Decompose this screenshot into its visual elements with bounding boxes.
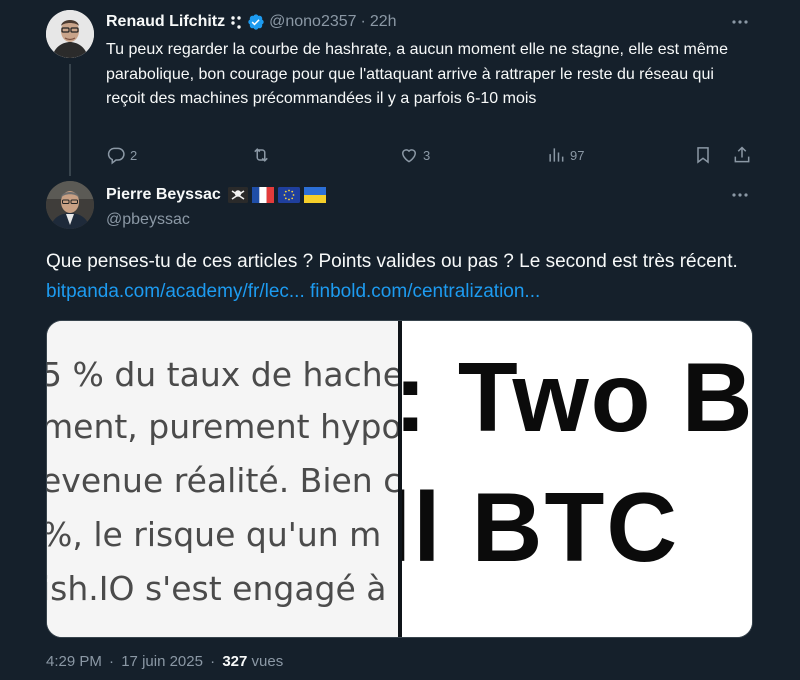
reply-header: Renaud Lifchitz @nono2357 · 22h: [106, 11, 397, 33]
media-grid: 5 % du taux de hache ment, purement hypo…: [46, 320, 753, 638]
link-finbold[interactable]: finbold.com/centralization...: [310, 281, 540, 302]
bookmark-button[interactable]: [693, 145, 713, 165]
image-text-line: ment, purement hypo: [47, 407, 398, 446]
timestamp[interactable]: 22h: [370, 13, 397, 31]
like-count: 3: [423, 147, 431, 163]
eu-flag-icon: [277, 187, 300, 203]
retweet-button[interactable]: [251, 145, 275, 165]
bookmark-icon: [697, 147, 709, 164]
image-text-line: evenue réalité. Bien c: [47, 461, 398, 500]
image-text-line: : Two B: [402, 342, 753, 452]
avatar-renaud[interactable]: [46, 10, 94, 58]
tweet-meta: 4:29 PM · 17 juin 2025 · 327 vues: [46, 653, 283, 670]
tweet-time[interactable]: 4:29 PM: [46, 653, 102, 670]
heart-icon: [401, 149, 417, 163]
reply-button[interactable]: 2: [106, 145, 137, 165]
pirate-flag-icon: [227, 187, 248, 203]
france-flag-icon: [251, 187, 274, 203]
reply-count: 2: [130, 147, 138, 163]
action-bar: 2 3 97: [106, 145, 756, 171]
share-icon: [734, 146, 750, 163]
ukraine-flag-icon: [303, 187, 326, 203]
views-chart-icon: [549, 148, 564, 162]
avatar-pierre[interactable]: [46, 181, 94, 229]
tweet-header: Pierre Beyssac: [106, 184, 326, 206]
tweet-date[interactable]: 17 juin 2025: [121, 653, 203, 670]
author-handle[interactable]: @nono2357: [269, 13, 356, 31]
image-text-line: ish.IO s'est engagé à: [47, 569, 387, 608]
views-total: 327: [222, 653, 248, 670]
views-button[interactable]: 97: [546, 145, 584, 165]
share-button[interactable]: [732, 145, 752, 165]
reply-icon: [107, 147, 125, 165]
link-bitpanda[interactable]: bitpanda.com/academy/fr/lec...: [46, 281, 305, 302]
article-image-right[interactable]: : Two B ll BTC: [402, 321, 753, 637]
image-text-line: ll BTC: [402, 472, 680, 582]
separator: ·: [109, 653, 115, 670]
author-name[interactable]: Renaud Lifchitz: [106, 13, 225, 31]
tweet-text: Que penses-tu de ces articles ? Points v…: [46, 247, 756, 307]
image-text-line: %, le risque qu'un m: [47, 515, 382, 554]
more-options-icon[interactable]: [730, 12, 750, 32]
reply-tweet[interactable]: Renaud Lifchitz @nono2357 · 22h Tu peux …: [0, 0, 800, 176]
verified-badge-icon: [248, 14, 264, 30]
reply-text: Tu peux regarder la courbe de hashrate, …: [106, 41, 728, 107]
author-name[interactable]: Pierre Beyssac: [106, 186, 221, 204]
separator: ·: [210, 653, 216, 670]
retweet-icon: [254, 148, 268, 162]
views-label: vues: [251, 653, 284, 670]
author-handle[interactable]: @pbeyssac: [106, 211, 190, 229]
tweet-body: Que penses-tu de ces articles ? Points v…: [46, 251, 738, 272]
separator: ·: [360, 13, 366, 30]
like-button[interactable]: 3: [399, 145, 430, 165]
views-count: 97: [570, 147, 585, 163]
article-image-left[interactable]: 5 % du taux de hache ment, purement hypo…: [47, 321, 398, 637]
braille-emoji-icon: [230, 15, 242, 29]
more-options-icon[interactable]: [730, 185, 750, 205]
image-text-line: 5 % du taux de hache: [47, 355, 398, 394]
thread-line: [69, 64, 71, 176]
